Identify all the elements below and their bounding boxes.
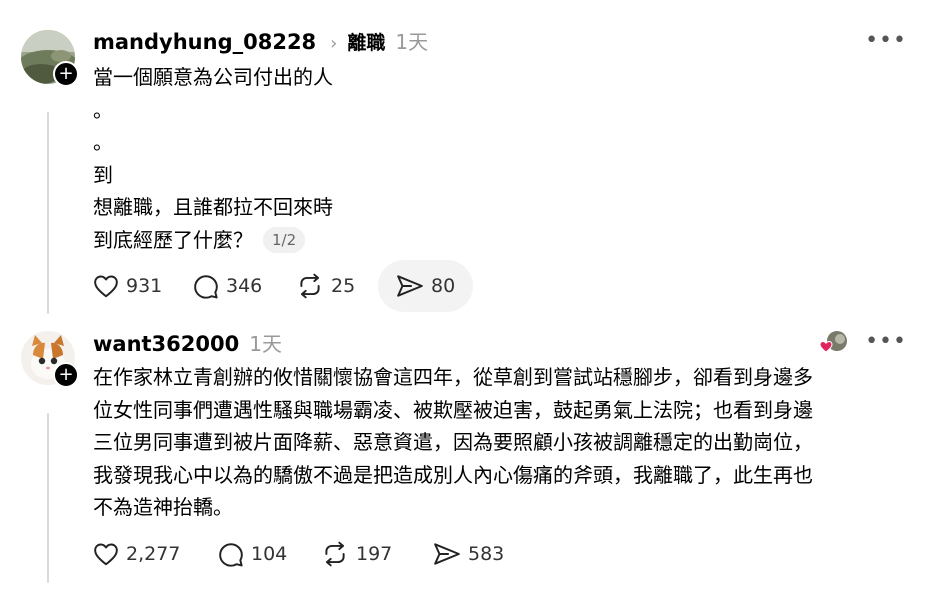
- text-line: 三位男同事遭到被片面降薪、惡意資遣，因為要照顧小孩被調離穩定的出勤崗位，: [93, 430, 813, 454]
- share-button[interactable]: 80: [378, 260, 474, 312]
- action-bar: 2,277 104 197 583: [93, 528, 514, 580]
- text-line: 到: [93, 162, 113, 187]
- heart-icon: [819, 340, 833, 353]
- like-count: 931: [126, 275, 163, 297]
- like-button[interactable]: 2,277: [93, 528, 218, 580]
- repost-button[interactable]: 25: [296, 260, 378, 312]
- text-line: 在作家林立青創辦的攸惜關懷協會這四年，從草創到嘗試站穩腳步，卻看到身邊多: [93, 365, 813, 389]
- more-horizontal-icon[interactable]: •••: [865, 28, 907, 53]
- comment-count: 346: [226, 275, 263, 297]
- thread-line: [47, 112, 49, 314]
- text-line: 想離職，且誰都拉不回來時: [93, 195, 333, 219]
- post-time: 1天: [395, 30, 429, 54]
- repost-count: 25: [331, 275, 356, 297]
- post-2: + want362000 1天 ••• 在作家林立青創辦的攸惜關懷協會這四年，從…: [0, 320, 937, 598]
- follow-plus-icon[interactable]: +: [53, 61, 79, 87]
- text-line-last: 到底經歷了什麼？ 1/2: [93, 224, 333, 257]
- text-line: 。: [93, 97, 113, 122]
- comment-button[interactable]: 104: [218, 528, 321, 580]
- share-count: 583: [468, 543, 505, 565]
- heart-icon: [94, 543, 118, 566]
- text-line: 。: [93, 130, 113, 154]
- repost-icon: [325, 541, 345, 567]
- username[interactable]: mandyhung_08228: [93, 30, 316, 54]
- more-horizontal-icon[interactable]: •••: [865, 329, 907, 354]
- text-line: 到底經歷了什麼？: [93, 227, 253, 252]
- page-indicator: 1/2: [263, 226, 306, 253]
- text-line: 我發現我心中以為的驕傲不過是把造成別人內心傷痛的斧頭，我離職了，此生再也: [93, 462, 813, 487]
- like-count: 2,277: [126, 543, 181, 565]
- text-line: 不為造神抬轎。: [93, 495, 233, 519]
- repost-icon: [300, 273, 320, 299]
- post-text: 當一個願意為公司付出的人 。 。 到 想離職，且誰都拉不回來時 到底經歷了什麼？…: [93, 61, 333, 256]
- post-header: mandyhung_08228 › 離職 1天: [93, 26, 428, 55]
- post-1: + mandyhung_08228 › 離職 1天 ••• 當一個願意為公司付出…: [0, 0, 937, 320]
- follow-plus-icon[interactable]: +: [53, 362, 79, 388]
- share-count: 80: [431, 275, 456, 297]
- comment-bubble-icon: [219, 543, 243, 567]
- like-button[interactable]: 931: [93, 260, 193, 312]
- action-bar: 931 346 25 80: [93, 260, 474, 312]
- reactor-avatars[interactable]: [819, 330, 849, 356]
- text-line: 位女性同事們遭遇性騷與職場霸凌、被欺壓被迫害，鼓起勇氣上法院；也看到身邊: [93, 397, 813, 422]
- topic-tag[interactable]: 離職: [347, 28, 385, 55]
- comment-button[interactable]: 346: [193, 260, 296, 312]
- chevron-right-icon: ›: [330, 33, 338, 54]
- share-button[interactable]: 583: [433, 528, 514, 580]
- send-icon: [397, 275, 423, 297]
- text-line: 當一個願意為公司付出的人: [93, 65, 333, 89]
- post-header: want362000 1天: [93, 328, 282, 357]
- send-icon: [434, 543, 460, 565]
- username[interactable]: want362000: [93, 332, 239, 356]
- comment-count: 104: [251, 543, 288, 565]
- repost-count: 197: [356, 543, 393, 565]
- heart-icon: [94, 275, 118, 298]
- thread-line: [47, 413, 49, 583]
- post-text: 在作家林立青創辦的攸惜關懷協會這四年，從草創到嘗試站穩腳步，卻看到身邊多 位女性…: [93, 361, 813, 524]
- comment-bubble-icon: [194, 275, 218, 299]
- repost-button[interactable]: 197: [321, 528, 433, 580]
- post-time: 1天: [249, 332, 282, 356]
